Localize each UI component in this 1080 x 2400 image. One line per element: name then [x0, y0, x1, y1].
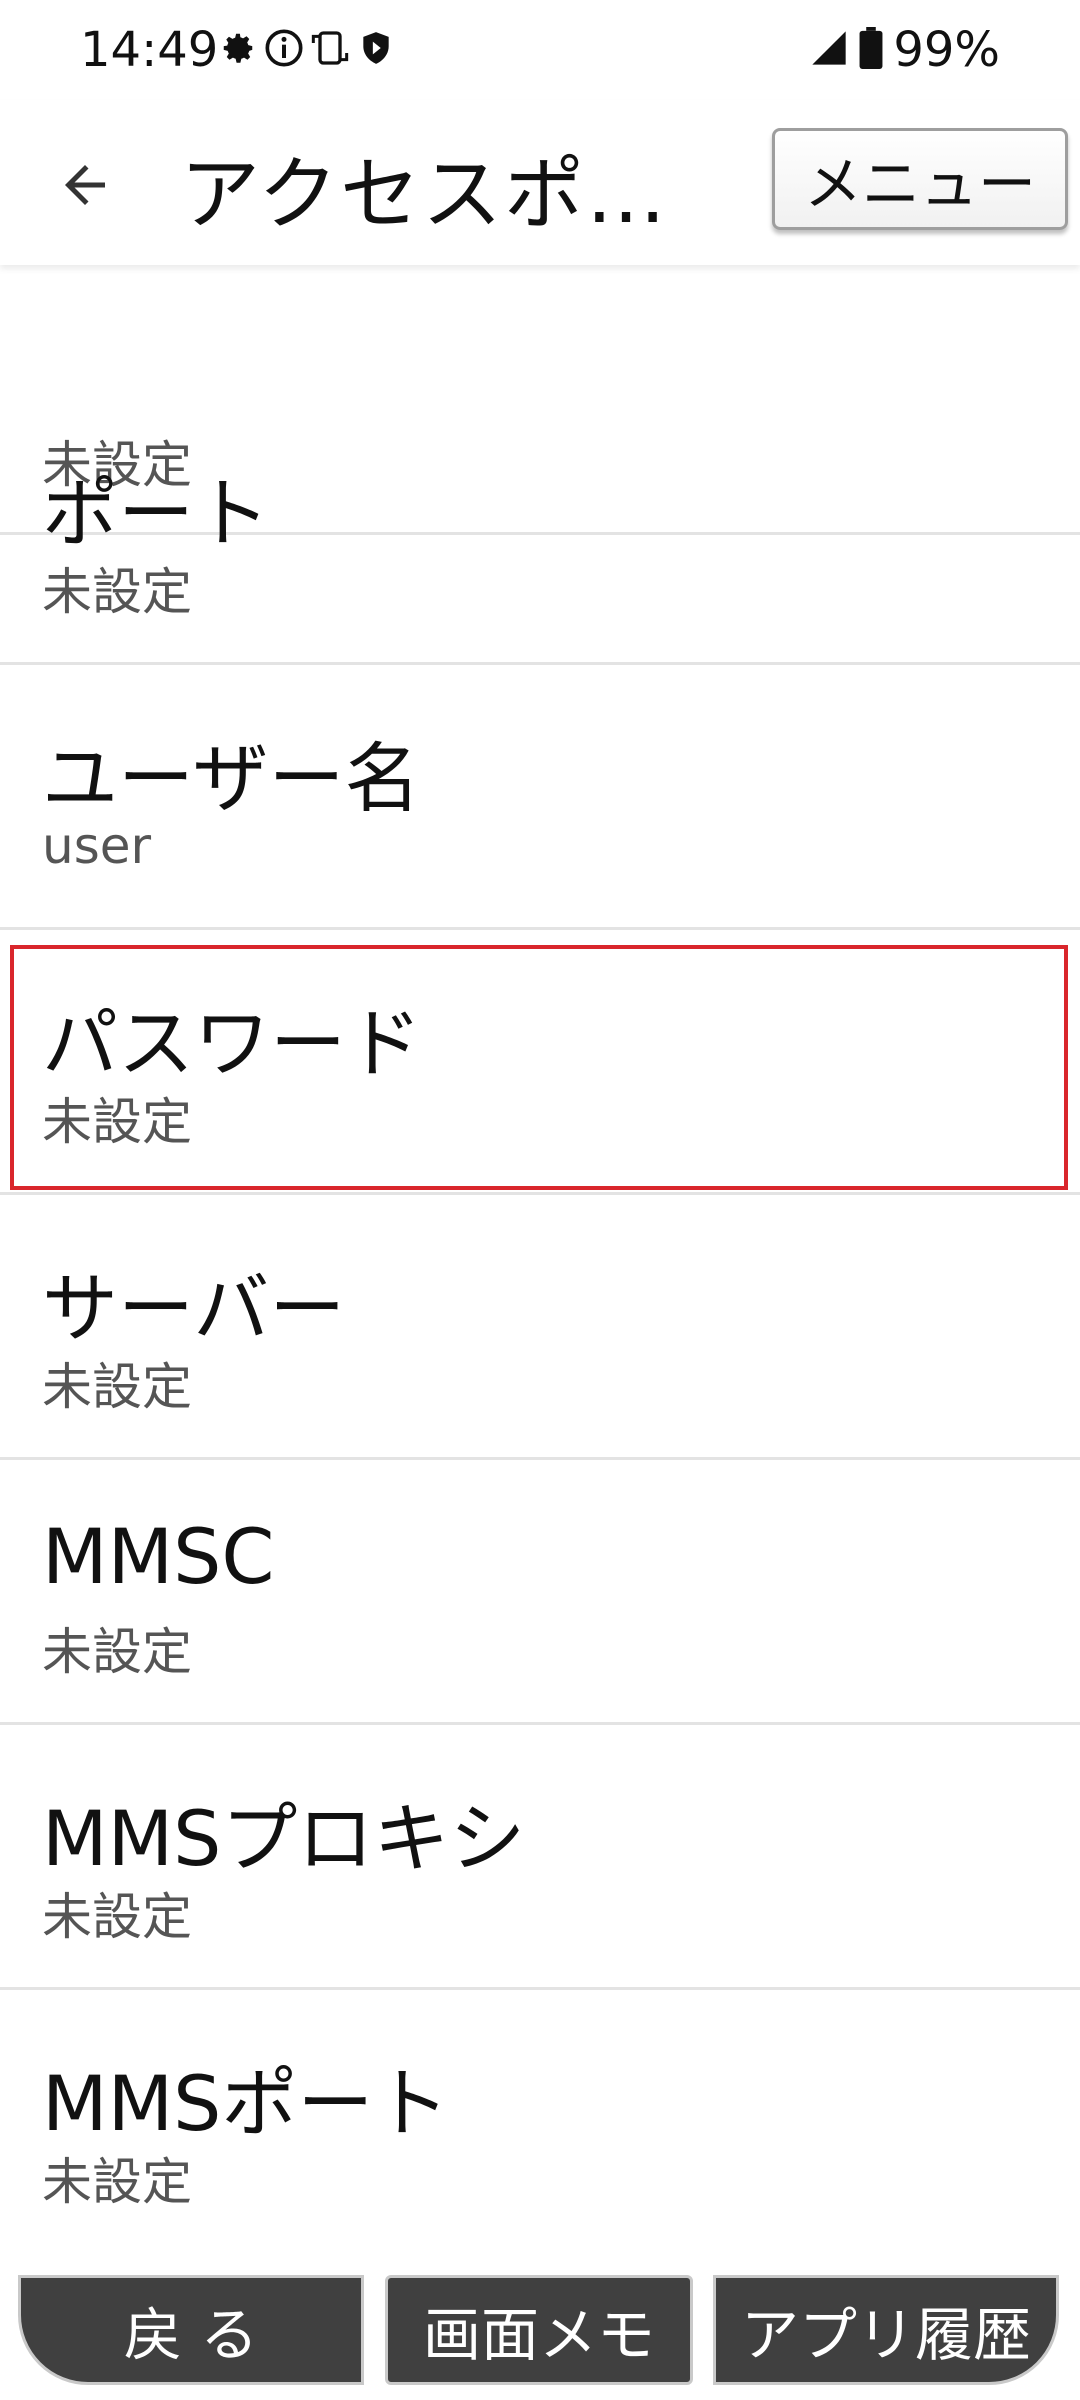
- menu-button[interactable]: メニュー: [772, 128, 1068, 230]
- battery-icon: [859, 27, 883, 73]
- list-item-title: MMSポート: [42, 2059, 450, 2148]
- app-history-button[interactable]: アプリ履歴: [713, 2275, 1059, 2385]
- focus-highlight: [10, 945, 1068, 1190]
- list-item-server[interactable]: サーバー 未設定: [0, 1195, 1080, 1460]
- list-item-title: MMSプロキシ: [42, 1794, 526, 1883]
- list-item-mms-port[interactable]: MMSポート 未設定: [0, 1990, 1080, 2255]
- app-bar: アクセスポイ… メニュー: [0, 100, 1080, 265]
- back-button[interactable]: 戻 る: [18, 2275, 364, 2385]
- status-left-icons: [218, 26, 396, 70]
- list-item-mmsc[interactable]: MMSC 未設定: [0, 1460, 1080, 1725]
- list-item-mms-proxy[interactable]: MMSプロキシ 未設定: [0, 1725, 1080, 1990]
- list-item-title: ポート: [42, 469, 270, 558]
- screen-memo-button[interactable]: 画面メモ: [385, 2275, 693, 2385]
- page-title: アクセスポイ…: [180, 148, 720, 241]
- list-item-title: サーバー: [42, 1264, 346, 1353]
- status-time: 14:49: [80, 22, 219, 78]
- back-arrow-icon[interactable]: [50, 150, 120, 220]
- list-item-subtitle: 未設定: [42, 2153, 192, 2211]
- list-item-subtitle: user: [42, 817, 152, 875]
- battery-percent: 99%: [893, 22, 1000, 78]
- list-item-subtitle: 未設定: [42, 563, 192, 621]
- screen-rotate-icon: [310, 26, 350, 70]
- info-icon: [264, 26, 304, 70]
- list-item-username[interactable]: ユーザー名 user: [0, 665, 1080, 930]
- list-item-subtitle: 未設定: [42, 1623, 192, 1681]
- list-item-title: ユーザー名: [42, 734, 421, 823]
- list-item-title: MMSC: [42, 1512, 275, 1601]
- status-bar: 14:49 99%: [0, 0, 1080, 100]
- bottom-nav: 戻 る 画面メモ アプリ履歴: [0, 2265, 1080, 2400]
- status-right: 99%: [809, 22, 1000, 78]
- shield-icon: [356, 26, 396, 70]
- list-item-subtitle: 未設定: [42, 1358, 192, 1416]
- gear-icon: [218, 26, 258, 70]
- signal-icon: [809, 28, 849, 72]
- list-item-port[interactable]: ポート 未設定: [0, 400, 1080, 665]
- list-item-subtitle: 未設定: [42, 1888, 192, 1946]
